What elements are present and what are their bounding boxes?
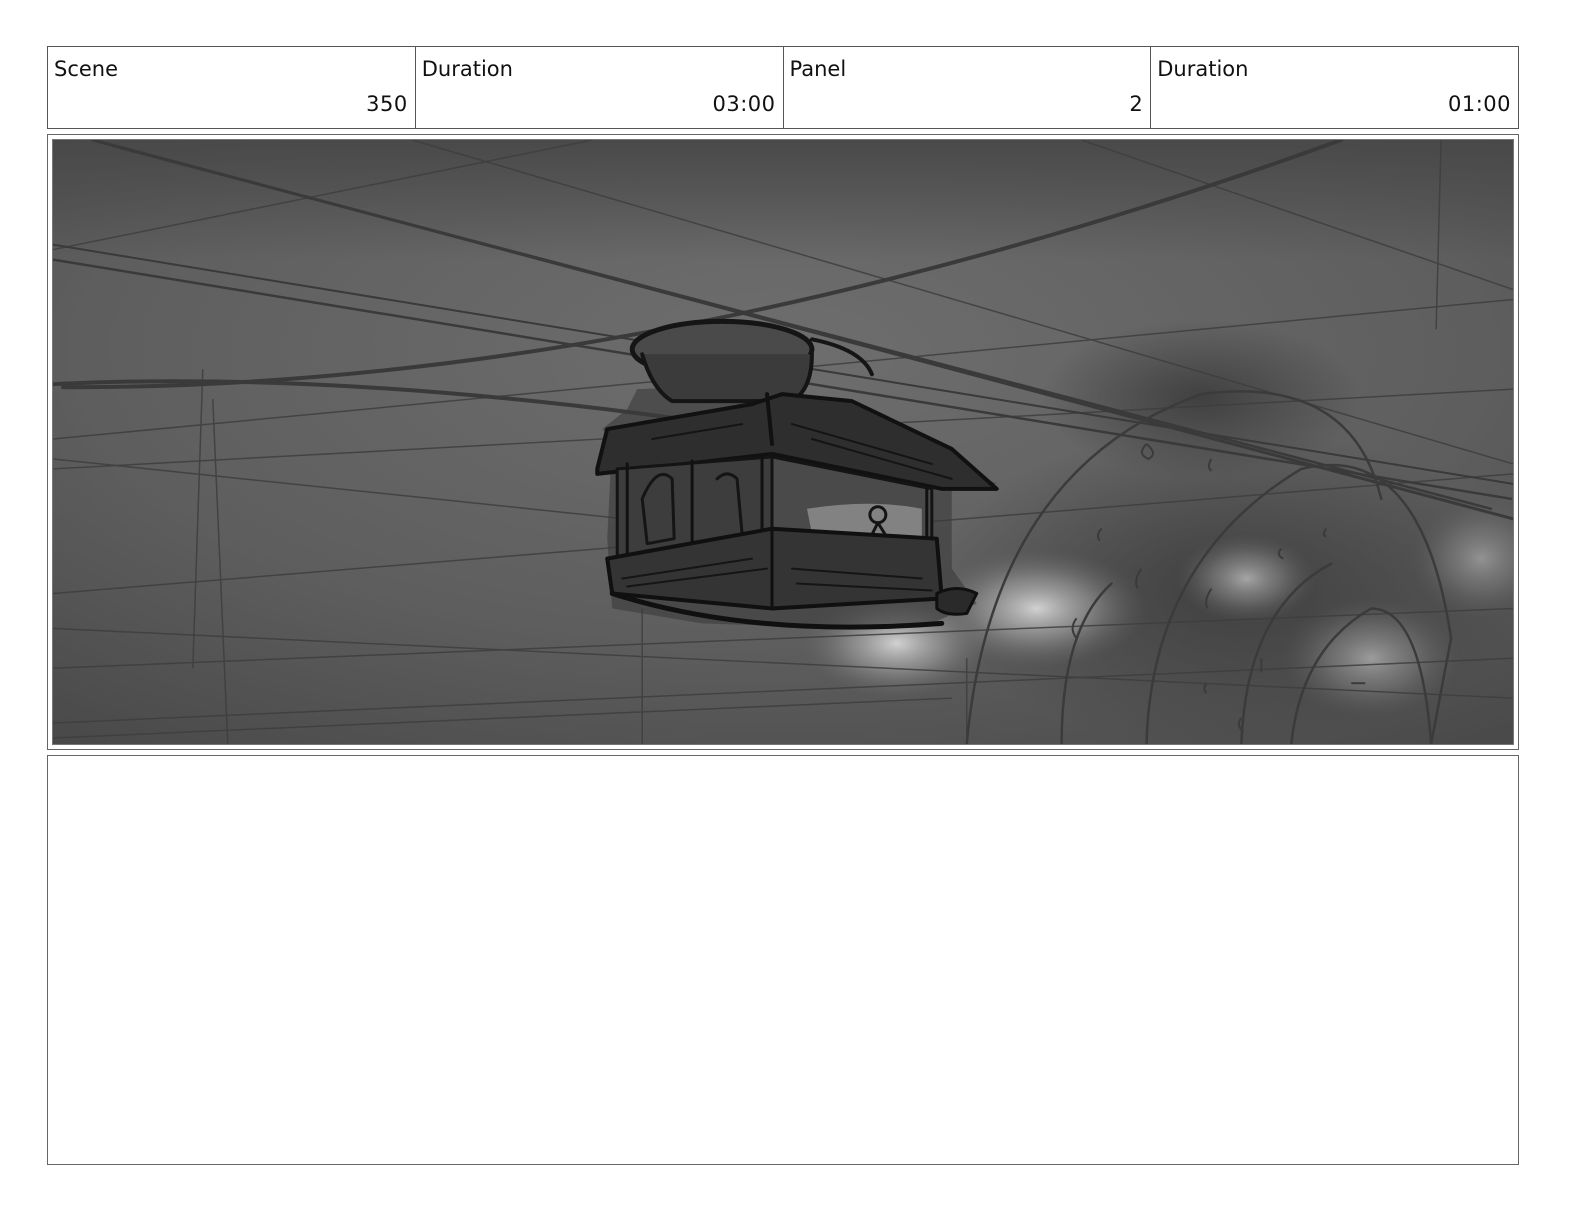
panel-number: 2 [1129, 92, 1144, 116]
panel-info-header: Scene 350 Duration 03:00 Panel 2 Duratio… [47, 46, 1519, 129]
panel-duration-value: 01:00 [1447, 92, 1511, 116]
sketch-drawing [53, 140, 1513, 744]
storyboard-sketch-image [52, 139, 1514, 745]
panel-label: Panel [789, 57, 847, 81]
panel-cell: Panel 2 [784, 47, 1152, 128]
storyboard-panel-frame [47, 134, 1519, 750]
panel-duration-label: Duration [1157, 57, 1249, 81]
scene-duration-label: Duration [421, 57, 513, 81]
panel-notes-box [47, 755, 1519, 1165]
scene-label: Scene [54, 57, 119, 81]
scene-duration-value: 03:00 [712, 92, 776, 116]
scene-duration-cell: Duration 03:00 [416, 47, 784, 128]
panel-duration-cell: Duration 01:00 [1151, 47, 1518, 128]
scene-cell: Scene 350 [48, 47, 416, 128]
scene-number: 350 [366, 92, 408, 116]
